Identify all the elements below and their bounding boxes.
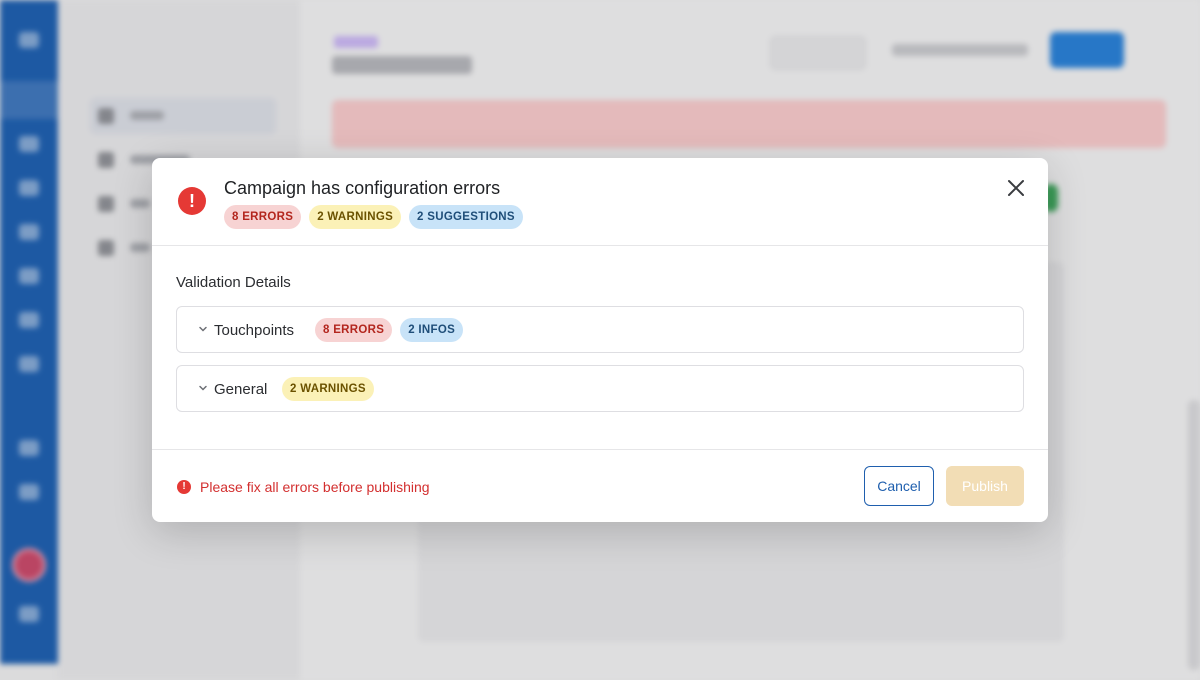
warnings-badge: 2 WARNINGS [282,377,374,401]
chevron-down-icon [199,385,207,391]
fix-errors-message: Please fix all errors before publishing [200,479,430,495]
accordion-general[interactable]: General 2 WARNINGS [176,365,1024,412]
summary-badges: 8 ERRORS 2 WARNINGS 2 SUGGESTIONS [224,205,523,229]
suggestions-badge: 2 SUGGESTIONS [409,205,523,229]
errors-badge: 8 ERRORS [315,318,393,342]
cancel-button[interactable]: Cancel [864,466,934,506]
close-icon[interactable] [1002,174,1030,202]
warnings-badge: 2 WARNINGS [309,205,402,229]
accordion-label: General [214,381,268,398]
chevron-down-icon [199,326,207,332]
section-badges: 8 ERRORS 2 INFOS [315,318,464,342]
error-circle-icon: ! [177,480,191,494]
error-circle-icon: ! [178,187,206,215]
section-badges: 2 WARNINGS [282,377,374,401]
dialog-title: Campaign has configuration errors [224,178,501,198]
errors-badge: 8 ERRORS [224,205,302,229]
accordion-label: Touchpoints [214,322,295,339]
dialog-header: ! Campaign has configuration errors 8 ER… [152,158,1048,246]
validation-details-heading: Validation Details [176,274,291,291]
configuration-errors-dialog: ! Campaign has configuration errors 8 ER… [152,158,1048,522]
dialog-footer: ! Please fix all errors before publishin… [152,449,1048,522]
accordion-touchpoints[interactable]: Touchpoints 8 ERRORS 2 INFOS [176,306,1024,353]
infos-badge: 2 INFOS [400,318,464,342]
publish-button[interactable]: Publish [946,466,1024,506]
dialog-body: Validation Details Touchpoints 8 ERRORS … [152,246,1048,449]
